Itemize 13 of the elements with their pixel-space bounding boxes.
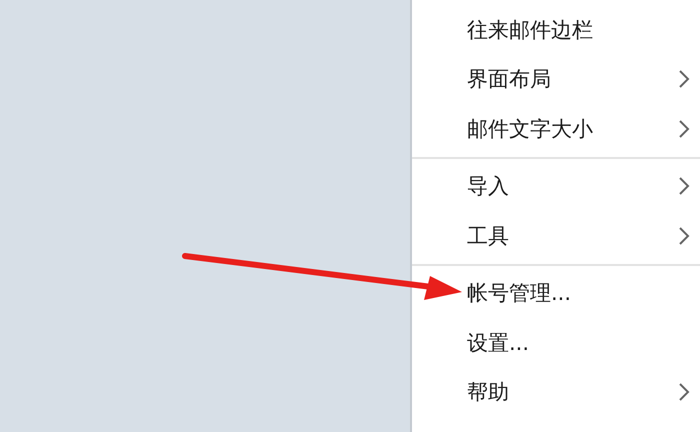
chevron-right-icon [678, 69, 690, 90]
menu-item[interactable]: 设置... [412, 318, 700, 368]
chevron-right-icon [678, 382, 690, 402]
menu-item[interactable]: 帐号管理... [412, 268, 700, 318]
menu-item[interactable]: 往来邮件边栏 [412, 5, 700, 54]
chevron-right-icon [678, 226, 690, 246]
menu-item[interactable]: 界面布局 [412, 54, 700, 104]
chevron-right-icon [678, 118, 690, 139]
menu-item[interactable]: 邮件文字大小 [412, 104, 700, 154]
menu-item[interactable]: 帮助 [412, 368, 700, 417]
menu-item[interactable]: 工具 [412, 211, 700, 260]
chevron-right-icon [678, 176, 690, 196]
menu-item[interactable]: 导入 [412, 162, 700, 211]
